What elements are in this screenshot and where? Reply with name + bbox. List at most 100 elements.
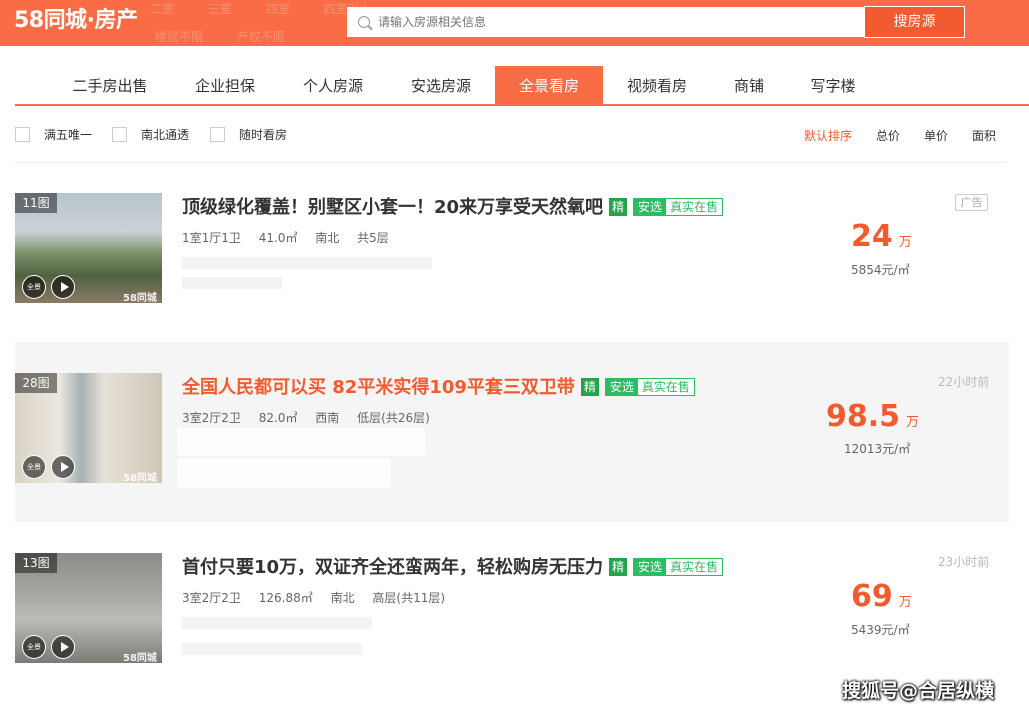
- real-sale-label: 真实在售: [666, 199, 723, 215]
- listing-specs: 3室2厅2卫 126.88㎡ 南北 高层(共11层): [182, 589, 459, 606]
- unit-price: 12013元/㎡: [844, 442, 911, 456]
- listing-specs: 3室2厅2卫 82.0㎡ 西南 低层(共26层): [182, 409, 444, 426]
- listing-item[interactable]: 11图 全景 58同城 顶级绿化覆盖！别墅区小套一！20来万享受天然氧吧精安选真…: [15, 181, 1009, 361]
- floor-info: 低层(共26层): [357, 411, 430, 425]
- time-ago: 22小时前: [938, 375, 990, 389]
- search-button[interactable]: 搜房源: [864, 6, 965, 38]
- floor-info: 共5层: [357, 231, 389, 245]
- real-sale-label: 真实在售: [666, 559, 723, 575]
- listing-specs: 1室1厅1卫 41.0㎡ 南北 共5层: [182, 229, 403, 246]
- orientation: 南北: [315, 231, 340, 245]
- tab-panorama[interactable]: 全景看房: [495, 66, 603, 106]
- search-icon: [358, 16, 370, 28]
- faint-floor-filters: 楼层不限 产权不限: [155, 28, 315, 45]
- sort-unit-price[interactable]: 单价: [924, 127, 948, 144]
- anxuan-label: 安选: [634, 199, 667, 215]
- listing-title-text[interactable]: 顶级绿化覆盖！别墅区小套一！20来万享受天然氧吧: [182, 197, 603, 218]
- jing-badge: 精: [609, 198, 628, 216]
- total-price: 98.5 万: [826, 399, 919, 434]
- checkbox[interactable]: [112, 127, 127, 142]
- panorama-icon[interactable]: 全景: [22, 635, 46, 659]
- price-unit: 万: [898, 235, 912, 250]
- divider: [15, 162, 1007, 163]
- total-price: 69 万: [851, 579, 912, 614]
- sort-total-price[interactable]: 总价: [876, 127, 900, 144]
- check-label: 随时看房: [239, 128, 288, 142]
- photo-count-badge: 28图: [15, 373, 57, 393]
- checkbox[interactable]: [210, 127, 225, 142]
- floor-info: 高层(共11层): [372, 591, 446, 605]
- sort-area[interactable]: 面积: [972, 127, 996, 144]
- unit-price: 5854元/㎡: [851, 263, 910, 277]
- real-sale-label: 真实在售: [637, 379, 694, 395]
- price-value: 24: [851, 219, 893, 254]
- floor-area: 126.88㎡: [258, 591, 313, 605]
- blurred-info: [182, 277, 282, 289]
- tab-enterprise[interactable]: 企业担保: [181, 66, 269, 106]
- jing-badge: 精: [580, 378, 599, 396]
- listing-title-text[interactable]: 全国人民都可以买 82平米实得109平套三双卫带: [182, 377, 575, 398]
- listing-item[interactable]: 28图 全景 58同城 全国人民都可以买 82平米实得109平套三双卫带精安选真…: [15, 342, 1009, 522]
- tab-personal[interactable]: 个人房源: [289, 66, 377, 106]
- photo-watermark: 58同城: [123, 653, 157, 663]
- room-layout: 1室1厅1卫: [182, 231, 241, 245]
- listing-title[interactable]: 顶级绿化覆盖！别墅区小套一！20来万享受天然氧吧精安选 真实在售: [182, 193, 724, 219]
- filter-sort-bar: 满五唯一 南北通透 随时看房 默认排序 总价 单价 面积: [15, 122, 1007, 146]
- floor-area: 82.0㎡: [258, 411, 298, 425]
- play-icon[interactable]: [51, 275, 75, 299]
- listing-photo[interactable]: 13图 全景 58同城: [15, 553, 162, 663]
- check-anytime[interactable]: 随时看房: [210, 126, 287, 143]
- anxuan-badge: 安选 真实在售: [633, 558, 724, 576]
- play-icon[interactable]: [51, 455, 75, 479]
- anxuan-label: 安选: [605, 379, 638, 395]
- checkbox[interactable]: [15, 127, 30, 142]
- tab-offices[interactable]: 写字楼: [801, 66, 865, 106]
- anxuan-badge: 安选 真实在售: [633, 198, 724, 216]
- blurred-info: [182, 643, 362, 655]
- blurred-info: [177, 458, 391, 488]
- floor-area: 41.0㎡: [258, 231, 298, 245]
- photo-count-badge: 11图: [15, 193, 57, 213]
- total-price: 24 万: [851, 219, 912, 254]
- search-box: [347, 7, 865, 37]
- panorama-icon[interactable]: 全景: [22, 275, 46, 299]
- price-unit: 万: [898, 595, 912, 610]
- jing-badge: 精: [609, 558, 628, 576]
- site-logo[interactable]: 58同城·房产: [14, 6, 138, 36]
- ad-tag: 广告: [955, 194, 988, 211]
- faint-filter[interactable]: 三室: [208, 2, 232, 16]
- tab-video[interactable]: 视频看房: [613, 66, 701, 106]
- search-input[interactable]: [378, 8, 858, 36]
- panorama-icon[interactable]: 全景: [22, 455, 46, 479]
- room-layout: 3室2厅2卫: [182, 411, 241, 425]
- sort-default[interactable]: 默认排序: [804, 127, 852, 144]
- price-value: 98.5: [826, 399, 901, 434]
- tab-anxuan[interactable]: 安选房源: [397, 66, 485, 106]
- photo-watermark: 58同城: [123, 293, 157, 303]
- faint-filter[interactable]: 楼层不限: [155, 30, 203, 44]
- listing-title[interactable]: 全国人民都可以买 82平米实得109平套三双卫带精安选 真实在售: [182, 373, 695, 399]
- listing-photo[interactable]: 28图 全景 58同城: [15, 373, 162, 483]
- faint-filter[interactable]: 四室: [266, 2, 290, 16]
- listing-photo[interactable]: 11图 全景 58同城: [15, 193, 162, 303]
- play-icon[interactable]: [51, 635, 75, 659]
- faint-filter[interactable]: 二室: [150, 2, 174, 16]
- tab-second-hand[interactable]: 二手房出售: [57, 66, 163, 106]
- room-layout: 3室2厅2卫: [182, 591, 241, 605]
- category-tabs: 二手房出售 企业担保 个人房源 安选房源 全景看房 视频看房 商铺 写字楼: [15, 66, 1029, 106]
- top-header: 二室 三室 四室 四室以上 楼层不限 产权不限 58同城·房产 搜房源: [0, 0, 1029, 46]
- check-label: 满五唯一: [44, 128, 93, 142]
- blurred-info: [177, 428, 425, 456]
- anxuan-badge: 安选 真实在售: [604, 378, 695, 396]
- blurred-info: [182, 257, 432, 269]
- faint-filter[interactable]: 产权不限: [237, 30, 285, 44]
- unit-price: 5439元/㎡: [851, 623, 910, 637]
- listing-title-text[interactable]: 首付只要10万，双证齐全还蛮两年，轻松购房无压力: [182, 557, 603, 578]
- tab-shops[interactable]: 商铺: [721, 66, 777, 106]
- check-label: 南北通透: [141, 128, 190, 142]
- listing-title[interactable]: 首付只要10万，双证齐全还蛮两年，轻松购房无压力精安选 真实在售: [182, 553, 724, 579]
- source-watermark: 搜狐号@合居纵横: [842, 680, 995, 702]
- check-north-south[interactable]: 南北通透: [112, 126, 189, 143]
- price-value: 69: [851, 579, 893, 614]
- check-man-wu[interactable]: 满五唯一: [15, 126, 92, 143]
